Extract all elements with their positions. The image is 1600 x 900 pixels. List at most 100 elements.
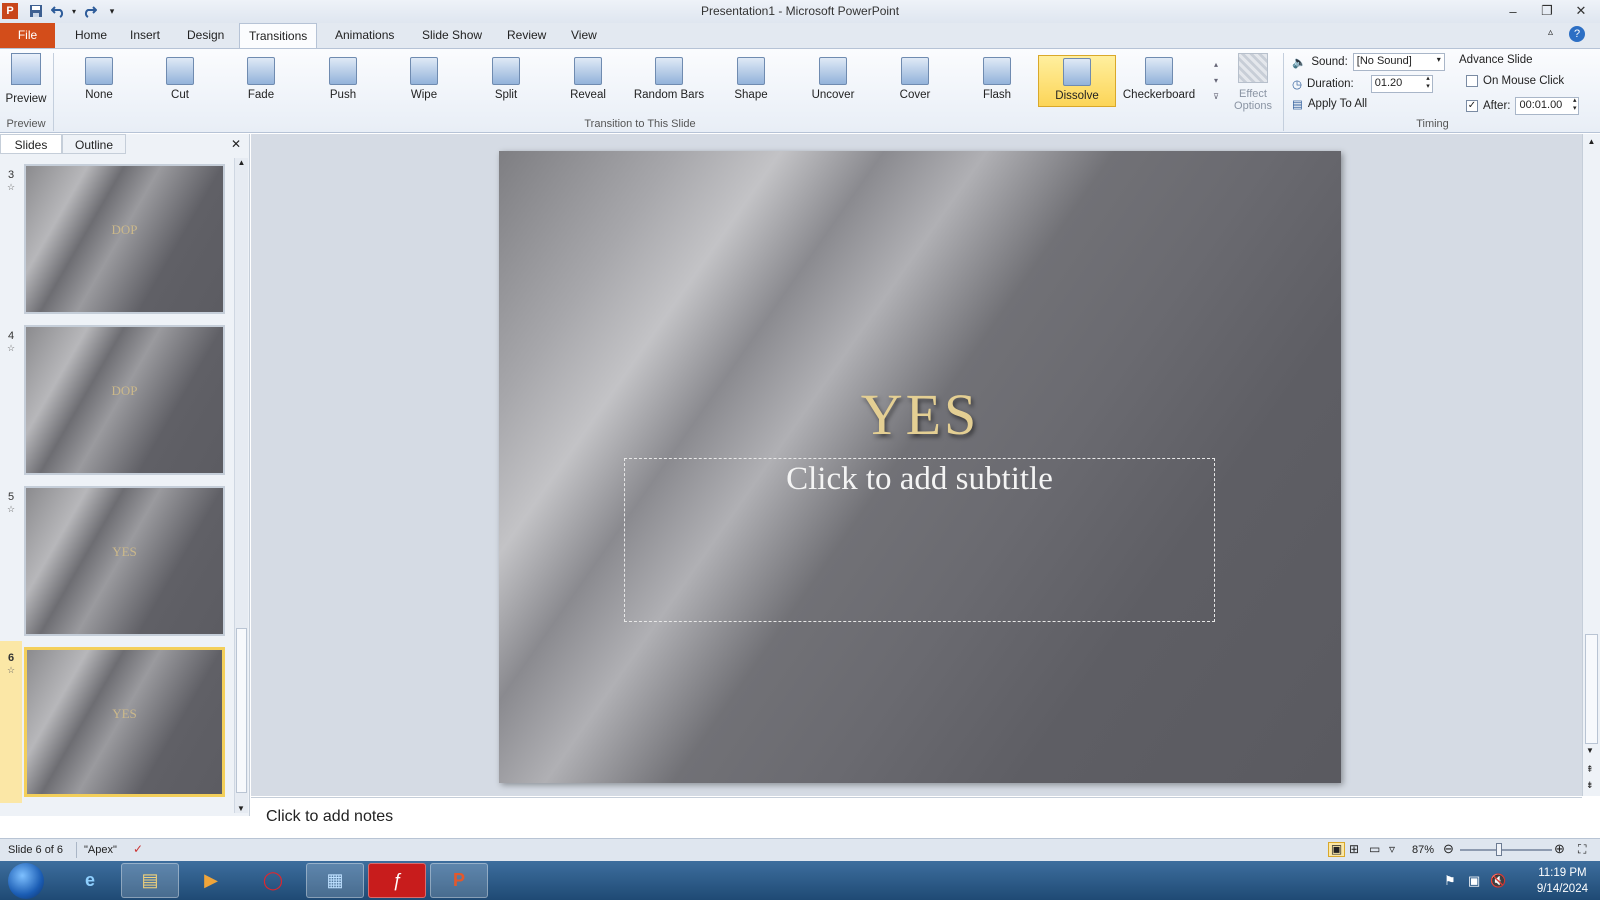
zoom-out-icon[interactable]: ⊖ — [1443, 841, 1454, 857]
transition-shape[interactable]: Shape — [712, 55, 790, 107]
fit-to-window-icon[interactable]: ⛶ — [1578, 842, 1586, 857]
slide-canvas[interactable]: YES Click to add subtitle — [499, 151, 1341, 783]
help-icon[interactable]: ? — [1569, 26, 1585, 42]
spinner-icon[interactable]: ▴ ▾ — [1426, 75, 1430, 91]
flash-icon[interactable]: ƒ — [368, 863, 426, 898]
transition-star-icon[interactable]: ☆ — [7, 504, 15, 515]
theme-name[interactable]: "Apex" — [84, 844, 117, 856]
scroll-up-icon[interactable]: ▲ — [235, 158, 248, 167]
gallery-up-icon[interactable]: ▴ — [1210, 57, 1222, 73]
on-mouse-click-checkbox[interactable] — [1466, 75, 1478, 87]
apply-to-all-button[interactable]: ▤ Apply To All — [1292, 97, 1367, 111]
slide-show-icon[interactable]: ▿ — [1389, 842, 1395, 856]
action-center-flag-icon[interactable]: ⚑ — [1444, 873, 1456, 889]
slide-thumbnail[interactable]: YES — [24, 486, 225, 636]
zoom-slider[interactable] — [1460, 849, 1552, 851]
start-orb-icon[interactable] — [8, 863, 44, 899]
tab-slide-show[interactable]: Slide Show — [413, 23, 491, 48]
sound-dropdown[interactable]: [No Sound] ▾ — [1352, 53, 1445, 71]
normal-view-icon[interactable]: ▣ — [1328, 842, 1345, 857]
scroll-up-icon[interactable]: ▲ — [1583, 137, 1600, 146]
transition-dissolve[interactable]: Dissolve — [1038, 55, 1116, 107]
transition-label: Fade — [247, 89, 275, 101]
tab-review[interactable]: Review — [498, 23, 555, 48]
slide-thumbnail[interactable]: DOP — [24, 325, 225, 475]
transition-label: Push — [329, 89, 357, 101]
scroll-thumb[interactable] — [1585, 634, 1598, 744]
transition-flash[interactable]: Flash — [958, 55, 1036, 107]
transition-label: None — [85, 89, 113, 101]
volume-muted-icon[interactable]: 🔇 — [1490, 873, 1506, 889]
slide-sorter-icon[interactable]: ⊞ — [1349, 842, 1359, 856]
previous-slide-icon[interactable]: ⇞ — [1586, 764, 1594, 775]
powerpoint-icon[interactable]: P — [430, 863, 488, 898]
after-checkbox[interactable]: ✓ — [1466, 100, 1478, 112]
none-icon — [85, 57, 113, 85]
transition-wipe[interactable]: Wipe — [385, 55, 463, 107]
minimize-icon[interactable]: – — [1496, 0, 1530, 22]
sound-row: 🔈 Sound: [No Sound] ▾ — [1292, 53, 1445, 71]
gallery-more-icon[interactable]: ⊽ — [1210, 89, 1222, 105]
slide-number: 6 — [8, 652, 15, 664]
transition-reveal[interactable]: Reveal — [549, 55, 627, 107]
gallery-down-icon[interactable]: ▾ — [1210, 73, 1222, 89]
tab-view[interactable]: View — [562, 23, 606, 48]
zoom-slider-thumb[interactable] — [1496, 843, 1503, 856]
transition-cut[interactable]: Cut — [141, 55, 219, 107]
duration-field[interactable]: 01.20 ▴ ▾ — [1370, 75, 1433, 93]
editor-scrollbar[interactable]: ▲ ▼ ⇞ ⇟ — [1582, 134, 1600, 796]
slides-scrollbar[interactable]: ▲ ▼ — [234, 158, 248, 813]
scroll-thumb[interactable] — [236, 628, 247, 793]
minimize-ribbon-icon[interactable]: ▵ — [1548, 27, 1553, 38]
transition-checkerboard[interactable]: Checkerboard — [1120, 55, 1198, 107]
slide-title[interactable]: YES — [499, 381, 1341, 448]
next-slide-icon[interactable]: ⇟ — [1586, 780, 1594, 791]
tab-file[interactable]: File — [0, 23, 55, 48]
tab-insert[interactable]: Insert — [121, 23, 169, 48]
transition-fade[interactable]: Fade — [222, 55, 300, 107]
transition-random-bars[interactable]: Random Bars — [630, 55, 708, 107]
file-explorer-icon[interactable]: ▤ — [121, 863, 179, 898]
system-clock[interactable]: 11:19 PM 9/14/2024 — [1537, 865, 1588, 897]
effect-options-button[interactable]: Effect Options — [1228, 53, 1278, 117]
zoom-level[interactable]: 87% — [1412, 844, 1434, 856]
cover-icon — [901, 57, 929, 85]
notes-pane[interactable]: Click to add notes — [251, 797, 1582, 838]
network-icon[interactable]: ▣ — [1468, 873, 1480, 889]
reveal-icon — [574, 57, 602, 85]
tab-home[interactable]: Home — [66, 23, 116, 48]
scroll-down-icon[interactable]: ▼ — [235, 804, 247, 813]
after-field[interactable]: 00:01.00 ▴ ▾ — [1515, 97, 1580, 115]
tab-animations[interactable]: Animations — [326, 23, 403, 48]
shape-icon — [737, 57, 765, 85]
restore-icon[interactable]: ❐ — [1530, 0, 1564, 22]
on-mouse-click-option[interactable]: On Mouse Click — [1466, 75, 1564, 87]
zoom-in-icon[interactable]: ⊕ — [1554, 841, 1565, 857]
opera-icon[interactable]: ◯ — [244, 863, 302, 898]
transition-push[interactable]: Push — [304, 55, 382, 107]
subtitle-placeholder[interactable]: Click to add subtitle — [624, 458, 1215, 622]
transition-star-icon[interactable]: ☆ — [7, 182, 15, 193]
preview-button[interactable]: Preview — [4, 53, 48, 113]
control-panel-icon[interactable]: ▦ — [306, 863, 364, 898]
tab-transitions[interactable]: Transitions — [239, 23, 318, 49]
transition-cover[interactable]: Cover — [876, 55, 954, 107]
transition-label: Cut — [171, 89, 189, 101]
transition-uncover[interactable]: Uncover — [794, 55, 872, 107]
group-divider — [1283, 53, 1284, 131]
close-icon[interactable]: ✕ — [1564, 0, 1598, 22]
media-player-icon[interactable]: ▶ — [182, 863, 240, 898]
reading-view-icon[interactable]: ▭ — [1369, 842, 1380, 856]
slide-thumbnail[interactable]: DOP — [24, 164, 225, 314]
internet-explorer-icon[interactable]: e — [61, 863, 119, 898]
spinner-icon[interactable]: ▴ ▾ — [1573, 97, 1577, 113]
gallery-scroll[interactable]: ▴ ▾ ⊽ — [1210, 57, 1222, 109]
slide-thumbnail[interactable]: YES — [24, 647, 225, 797]
tab-design[interactable]: Design — [178, 23, 233, 48]
spell-check-icon[interactable]: ✓ — [133, 842, 143, 856]
transition-none[interactable]: None — [60, 55, 138, 107]
transition-split[interactable]: Split — [467, 55, 545, 107]
transition-star-icon[interactable]: ☆ — [7, 665, 15, 676]
scroll-down-icon[interactable]: ▼ — [1586, 746, 1594, 755]
transition-star-icon[interactable]: ☆ — [7, 343, 15, 354]
